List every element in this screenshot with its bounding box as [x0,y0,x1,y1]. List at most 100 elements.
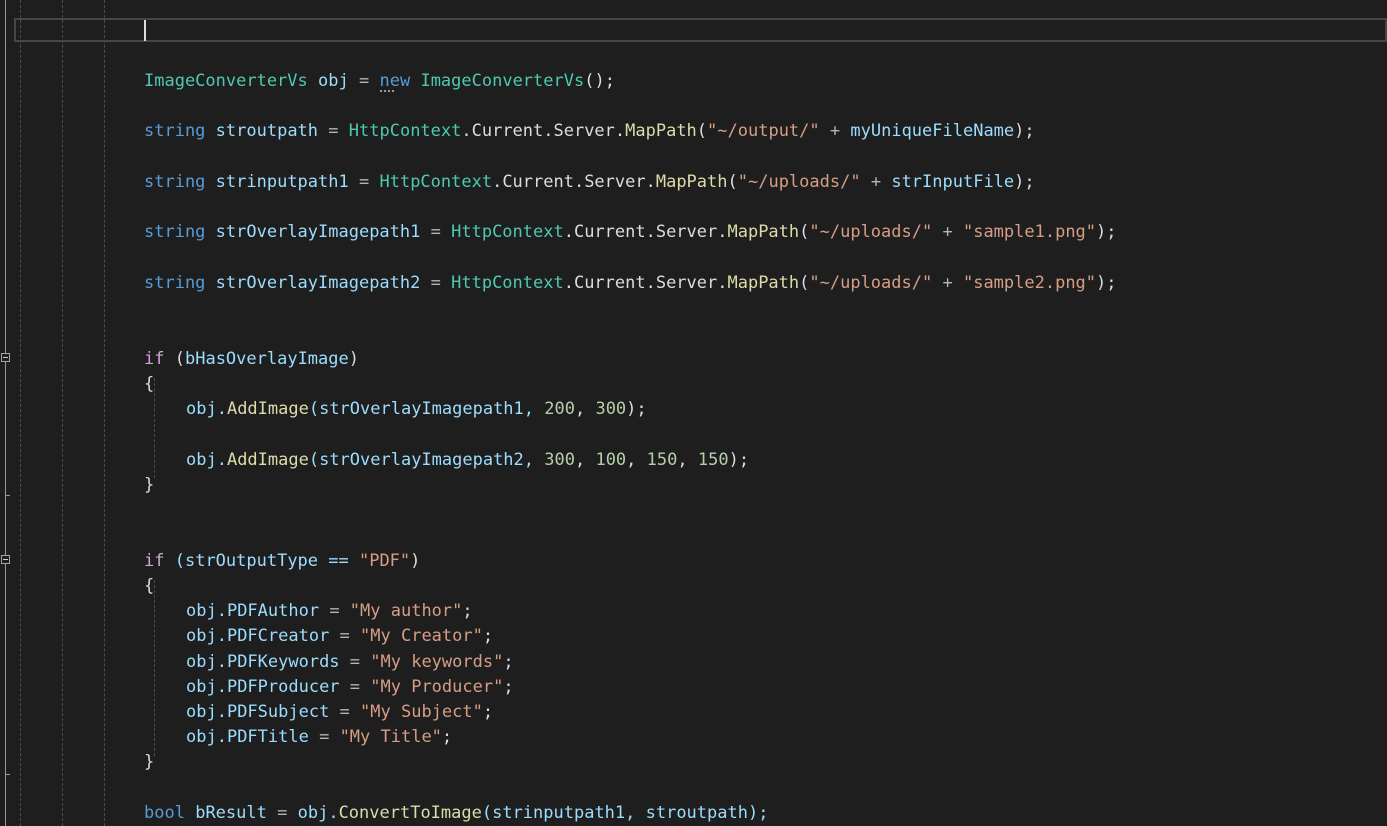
number-literal: 150 [646,450,678,470]
code-line[interactable]: } [144,474,154,496]
code-editor[interactable]: ImageConverterVs obj = new ImageConverte… [0,0,1387,826]
keyword: string [144,121,206,141]
variable: bHasOverlayImage [184,349,349,369]
variable: strOverlayImagepath1 [215,222,421,242]
punctuation: ); [728,450,750,470]
code-line[interactable]: obj.PDFKeywords = "My keywords"; [186,651,514,673]
variable: obj. [186,727,227,747]
punctuation: ); [1014,121,1035,141]
variable: bResult [195,803,267,823]
code-line[interactable]: string strOverlayImagepath2 = HttpContex… [144,272,1117,294]
method-name: ConvertToImage [338,803,482,823]
keyword: string [144,222,206,242]
type-name: HttpContext [379,172,493,192]
code-line[interactable]: obj.PDFAuthor = "My author"; [186,600,473,622]
string-literal: "My Producer" [370,677,504,697]
variable: strinputpath1 [215,172,349,192]
variable: obj. [186,677,227,697]
string-literal: "~/uploads/" [809,222,933,242]
variable: obj. [186,601,227,621]
condition: (strOutputType == [174,551,359,571]
punctuation: ; [462,601,473,621]
punctuation: ); [1096,222,1117,242]
arguments: (strOverlayImagepath2, [308,450,545,470]
punctuation: , [574,399,596,419]
indent-guide [104,0,105,826]
indent-guide [20,0,21,826]
code-line[interactable]: obj.PDFCreator = "My Creator"; [186,625,493,647]
punctuation: , [626,450,647,470]
code-line[interactable]: obj.AddImage(strOverlayImagepath1, 200, … [186,398,647,420]
variable: obj. [186,399,227,419]
text-caret [144,20,146,41]
string-literal: "My keywords" [370,652,504,672]
method-name: MapPath [655,172,728,192]
code-line[interactable]: obj.PDFTitle = "My Title"; [186,726,452,748]
string-literal: "sample2.png" [962,273,1097,293]
code-line[interactable]: { [144,373,154,395]
type-name: HttpContext [451,273,564,293]
operator: = [339,652,371,672]
string-literal: "PDF" [358,551,411,571]
variable: obj. [186,652,227,672]
code-line[interactable]: bool bResult = obj.ConvertToImage(strinp… [144,802,768,824]
operator: + [829,121,841,141]
arguments: (strinputpath1, stroutpath); [481,803,769,823]
punctuation: ; [503,677,514,697]
code-line[interactable]: obj.AddImage(strOverlayImagepath2, 300, … [186,449,749,471]
brace: { [144,576,155,596]
code-line[interactable]: ImageConverterVs obj = new ImageConverte… [144,70,615,92]
code-line[interactable]: string strinputpath1 = HttpContext.Curre… [144,171,1035,193]
brace: } [144,475,155,495]
string-literal: "My Subject" [360,702,483,722]
keyword-new: new [379,71,411,91]
punctuation: ( [799,273,810,293]
property: PDFProducer [226,677,340,697]
operator: = [308,727,340,747]
variable: obj [318,71,349,91]
indent-guide [154,580,155,756]
string-literal: "My Title" [339,727,442,747]
punctuation: , [677,450,698,470]
punctuation: ( [174,349,185,369]
operator: = [329,702,361,722]
property: PDFTitle [226,727,309,747]
collapse-region-icon[interactable] [1,555,10,564]
brace: { [144,374,155,394]
method-name: MapPath [727,273,800,293]
variable: obj. [186,626,227,646]
variable: myUniqueFileName [850,121,1015,141]
operator: + [942,273,953,293]
variable: strInputFile [891,172,1015,192]
type-name: HttpContext [451,222,564,242]
punctuation: (); [584,71,615,91]
code-line[interactable]: if (bHasOverlayImage) [144,348,359,370]
code-line[interactable]: obj.PDFProducer = "My Producer"; [186,676,514,698]
number-literal: 300 [544,450,575,470]
number-literal: 150 [697,450,729,470]
code-line[interactable]: obj.PDFSubject = "My Subject"; [186,701,493,723]
punctuation: , [574,450,596,470]
operator: = [358,172,370,192]
property: PDFCreator [226,626,330,646]
punctuation: ) [410,551,421,571]
code-line[interactable]: if (strOutputType == "PDF") [144,550,420,572]
type-name: HttpContext [348,121,462,141]
current-line-highlight [14,18,1387,42]
member-access: .Current.Server. [563,222,728,242]
number-literal: 300 [595,399,627,419]
code-line[interactable]: { [144,575,154,597]
region-end-marker [5,495,10,496]
code-line[interactable]: } [144,751,154,773]
operator: = [277,803,288,823]
code-line[interactable]: string strOverlayImagepath1 = HttpContex… [144,221,1117,243]
variable: obj. [186,450,227,470]
method-name: AddImage [226,399,309,419]
string-literal: "sample1.png" [962,222,1097,242]
operator: = [358,71,370,91]
keyword: string [144,273,206,293]
property: PDFKeywords [226,652,340,672]
punctuation: ( [727,172,738,192]
code-line[interactable]: string stroutpath = HttpContext.Current.… [144,120,1035,142]
collapse-region-icon[interactable] [1,353,10,362]
